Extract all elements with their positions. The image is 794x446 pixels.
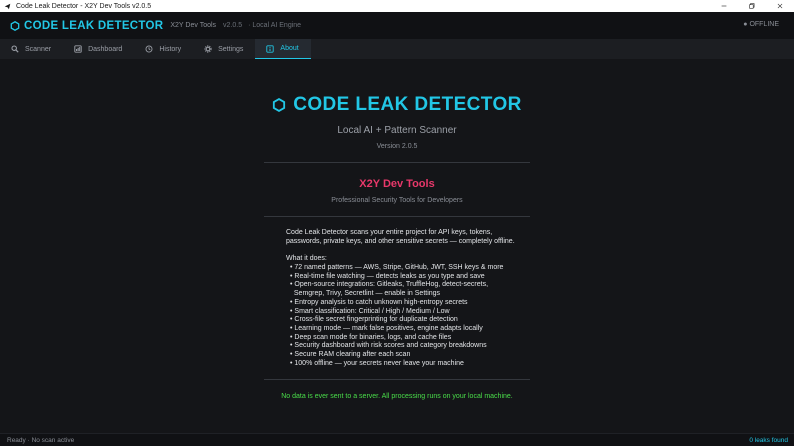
feature-item: • Entropy analysis to catch unknown high… [290,298,468,306]
brand-name: CODE LEAK DETECTOR [24,19,164,32]
header-version: v2.0.5 [223,22,243,29]
feature-item: • Real-time file watching — detects leak… [290,272,485,280]
features-heading: What it does: [286,255,327,262]
scan-status: Ready · No scan active [7,437,75,444]
clock-icon [145,45,153,53]
tab-scanner[interactable]: Scanner [0,39,63,59]
hexagon-logo-icon [10,20,20,31]
tab-settings[interactable]: Settings [193,39,255,59]
info-icon [266,44,275,53]
about-subtitle: Local AI + Pattern Scanner [337,125,457,136]
tab-label: Scanner [25,45,52,53]
privacy-note: No data is ever sent to a server. All pr… [281,393,513,400]
about-version: Version 2.0.5 [376,143,418,150]
leak-count: 0 leaks found [749,437,788,444]
feature-item: • Cross-file secret fingerprinting for d… [290,316,458,324]
brand: CODE LEAK DETECTOR X2Y Dev Tools v2.0.5 … [10,20,301,32]
feature-item: • Open-source integrations: Gitleaks, Tr… [290,281,489,289]
about-description: Code Leak Detector scans your entire pro… [286,229,515,245]
tab-about[interactable]: About [255,39,311,59]
close-button[interactable] [766,0,794,12]
divider [264,162,530,163]
window-controls [710,0,794,12]
company-tagline: Professional Security Tools for Develope… [331,197,463,204]
divider [264,379,530,380]
feature-item: • Learning mode — mark false positives, … [290,324,483,332]
engine-label: · Local AI Engine [248,22,302,29]
window-titlebar: Code Leak Detector - X2Y Dev Tools v2.0.… [0,0,794,12]
close-icon [777,3,783,9]
minimize-icon [721,5,727,7]
tab-dashboard[interactable]: Dashboard [63,39,134,59]
feature-item: • Secure RAM clearing after each scan [290,351,411,359]
feature-item: • Smart classification: Critical / High … [290,307,450,315]
tab-bar: Scanner Dashboard History Settings About [0,39,794,59]
tab-label: History [159,45,182,53]
minimize-button[interactable] [710,0,738,12]
hexagon-logo-icon [273,98,286,112]
tab-label: Settings [218,45,244,53]
feature-item: • 72 named patterns — AWS, Stripe, GitHu… [290,264,504,271]
search-icon [11,45,19,53]
tab-history[interactable]: History [134,39,193,59]
features-list: • 72 named patterns — AWS, Stripe, GitHu… [290,264,530,368]
gear-icon [204,45,212,53]
window-title: Code Leak Detector - X2Y Dev Tools v2.0.… [16,2,152,10]
feature-item: • 100% offline — your secrets never leav… [290,359,464,367]
offline-status-badge: ● OFFLINE [743,21,779,28]
tab-label: About [280,45,299,52]
company-name: X2Y Dev Tools [359,178,435,190]
app-header: CODE LEAK DETECTOR X2Y Dev Tools v2.0.5 … [0,12,794,39]
dashboard-icon [74,45,82,53]
feature-item: • Security dashboard with risk scores an… [290,342,487,350]
maximize-button[interactable] [738,0,766,12]
about-heading: CODE LEAK DETECTOR [0,94,794,116]
feature-item: • Deep scan mode for binaries, logs, and… [290,333,452,341]
feature-item: Semgrep, Trivy, Secretlint — enable in S… [290,290,441,298]
status-bar: Ready · No scan active 0 leaks found [0,433,794,446]
about-title: CODE LEAK DETECTOR [293,94,522,115]
maximize-icon [749,3,755,9]
divider [264,216,530,217]
about-panel: CODE LEAK DETECTOR Local AI + Pattern Sc… [0,59,794,433]
tab-label: Dashboard [88,45,123,53]
app-icon [4,3,11,9]
vendor-name: X2Y Dev Tools [170,22,217,29]
